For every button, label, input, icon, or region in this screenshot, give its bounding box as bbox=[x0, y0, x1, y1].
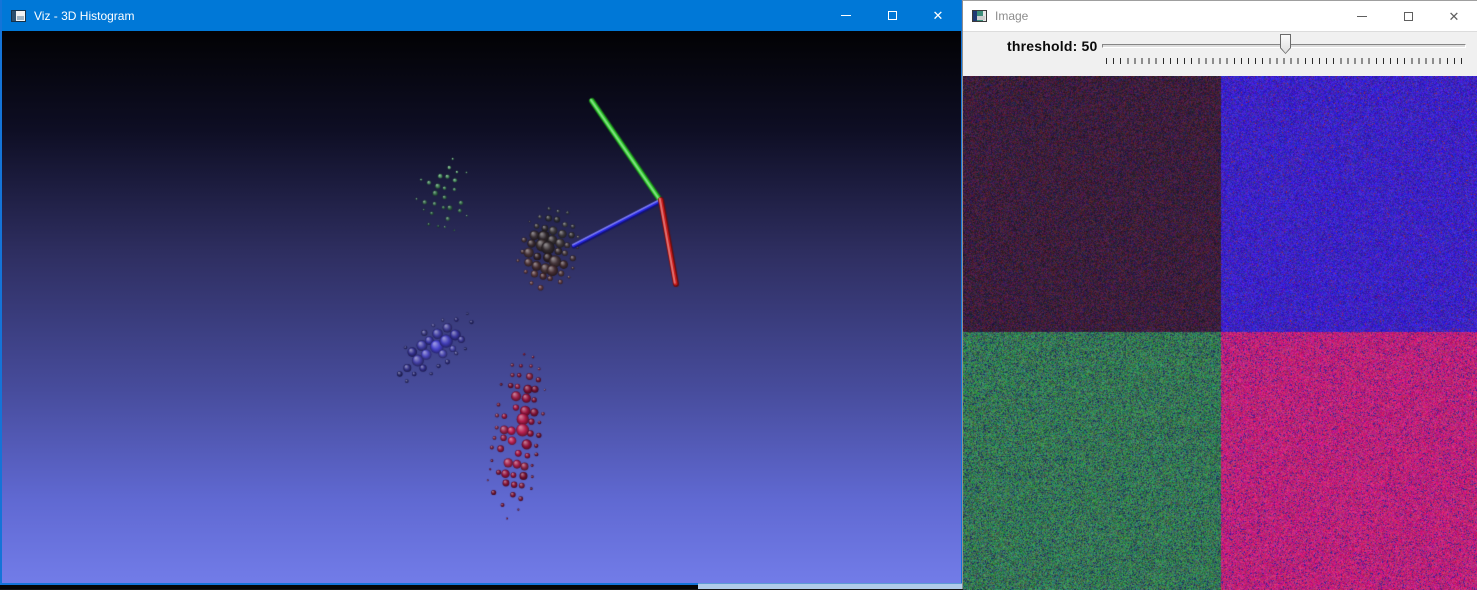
trackbar-thumb[interactable] bbox=[1280, 34, 1291, 54]
viz-maximize-button[interactable] bbox=[869, 0, 915, 31]
maximize-icon bbox=[888, 11, 897, 20]
viz-titlebar[interactable]: Viz - 3D Histogram ✕ bbox=[2, 0, 961, 31]
close-icon: ✕ bbox=[1449, 10, 1460, 23]
image-app-icon bbox=[972, 10, 987, 22]
viz-close-button[interactable]: ✕ bbox=[915, 0, 961, 31]
image-minimize-button[interactable] bbox=[1339, 1, 1385, 32]
trackbar-panel: threshold: 50 bbox=[963, 31, 1477, 76]
trackbar-tick-marks bbox=[1106, 58, 1462, 64]
viz-minimize-button[interactable] bbox=[823, 0, 869, 31]
background-window-edge-light bbox=[698, 583, 963, 589]
minimize-icon bbox=[841, 15, 851, 16]
trackbar-label: threshold: 50 bbox=[1007, 38, 1098, 54]
viz-app-icon bbox=[11, 10, 26, 22]
viz-3d-canvas[interactable] bbox=[2, 31, 961, 583]
image-titlebar[interactable]: Image ✕ bbox=[963, 1, 1477, 31]
image-window: Image ✕ threshold: 50 bbox=[962, 0, 1477, 589]
maximize-icon bbox=[1404, 12, 1413, 21]
image-close-button[interactable]: ✕ bbox=[1431, 1, 1477, 32]
image-view-canvas[interactable] bbox=[963, 76, 1477, 590]
minimize-icon bbox=[1357, 16, 1367, 17]
viz-window-controls: ✕ bbox=[823, 0, 961, 31]
close-icon: ✕ bbox=[933, 9, 944, 22]
background-window-edge-dark bbox=[0, 585, 698, 589]
viz-3d-viewport[interactable] bbox=[2, 31, 961, 583]
viz-window-title: Viz - 3D Histogram bbox=[34, 9, 134, 23]
image-window-controls: ✕ bbox=[1339, 1, 1477, 32]
image-window-title: Image bbox=[995, 9, 1028, 23]
viz-window: Viz - 3D Histogram ✕ bbox=[0, 0, 963, 585]
image-maximize-button[interactable] bbox=[1385, 1, 1431, 32]
